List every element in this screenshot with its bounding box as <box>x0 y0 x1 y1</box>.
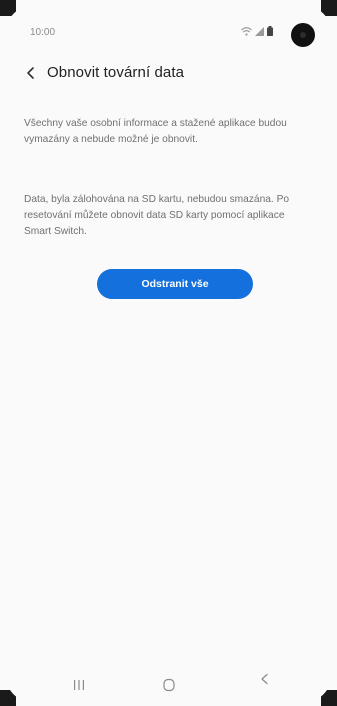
status-bar: 10:00 <box>6 6 331 47</box>
app-header: Obnovit tovární data <box>6 58 331 88</box>
signal-icon <box>255 23 264 41</box>
wifi-icon <box>241 23 252 41</box>
recent-apps-icon[interactable] <box>64 678 94 692</box>
warning-text: Všechny vaše osobní informace a stažené … <box>24 118 287 146</box>
chevron-left-icon[interactable] <box>24 64 40 82</box>
status-time: 10:00 <box>30 27 56 38</box>
front-camera <box>291 23 315 47</box>
delete-all-button[interactable]: Odstranit vše <box>97 269 253 299</box>
phone-frame: 10:00 Obnovit tovární data Všechny vaše … <box>0 0 337 706</box>
back-icon[interactable] <box>250 672 280 686</box>
screen: 10:00 Obnovit tovární data Všechny vaše … <box>6 6 331 702</box>
navigation-bar <box>6 666 331 702</box>
sd-card-info-text: Data, byla zálohována na SD kartu, nebud… <box>24 194 290 238</box>
status-icons <box>241 26 273 37</box>
page-title: Obnovit tovární data <box>47 64 185 81</box>
home-icon[interactable] <box>154 678 184 692</box>
battery-icon <box>267 23 273 41</box>
